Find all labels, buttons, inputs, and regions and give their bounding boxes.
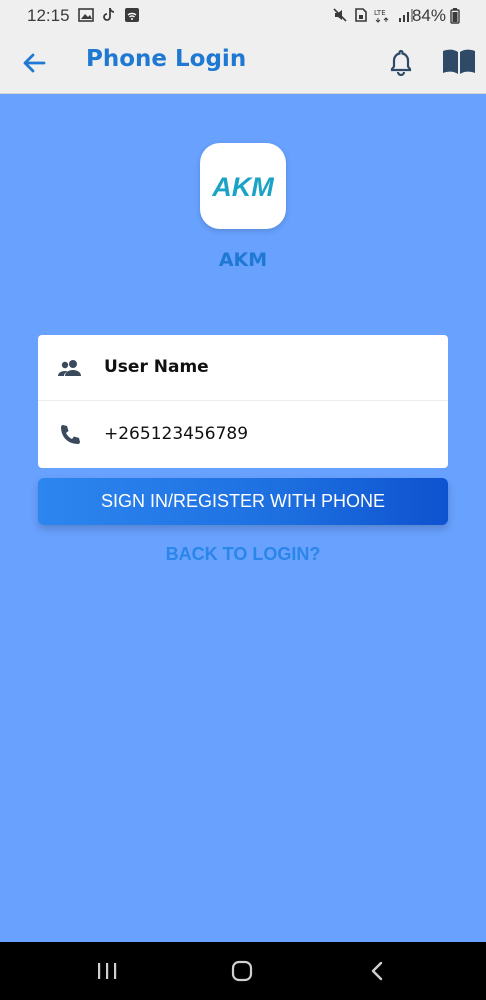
username-field[interactable]: User Name: [38, 335, 448, 401]
back-to-login-link[interactable]: BACK TO LOGIN?: [0, 544, 486, 565]
login-form-card: User Name +265123456789: [38, 335, 448, 468]
bell-icon[interactable]: [388, 48, 414, 76]
back-nav-icon[interactable]: [366, 960, 390, 982]
group-icon: [58, 360, 81, 376]
phone-icon: [61, 425, 80, 444]
system-nav-bar: [0, 942, 486, 1000]
logo-mark-text: AKM: [211, 172, 274, 202]
phone-value: +265123456789: [104, 424, 249, 444]
username-value: User Name: [104, 357, 209, 377]
sim-icon: [355, 8, 367, 22]
app-name: AKM: [218, 249, 268, 271]
recent-apps-icon[interactable]: [95, 960, 119, 982]
status-notification-icons: [78, 7, 140, 23]
app-bar: Phone Login: [0, 32, 486, 94]
book-icon[interactable]: [441, 47, 477, 77]
akm-logo-mark: AKM: [211, 172, 274, 202]
status-system-icons: LTE: [332, 7, 414, 23]
svg-text:LTE: LTE: [374, 9, 386, 17]
tiktok-icon: [103, 7, 115, 21]
battery-percentage: 84%: [411, 6, 446, 25]
status-time: 12:15: [27, 6, 70, 25]
app-logo: AKM: [200, 143, 286, 229]
back-arrow-icon[interactable]: [20, 49, 48, 77]
lte-icon: LTE: [374, 9, 389, 23]
mute-icon: [333, 8, 347, 22]
gallery-icon: [78, 8, 94, 22]
battery-icon: [450, 8, 460, 24]
phone-field[interactable]: +265123456789: [38, 402, 448, 468]
home-icon[interactable]: [230, 960, 254, 982]
status-bar: 12:15 LTE 84%: [0, 0, 486, 32]
wifi-icon: [125, 8, 139, 22]
page-title: Phone Login: [86, 46, 247, 72]
sign-in-register-button[interactable]: SIGN IN/REGISTER WITH PHONE: [38, 478, 448, 525]
